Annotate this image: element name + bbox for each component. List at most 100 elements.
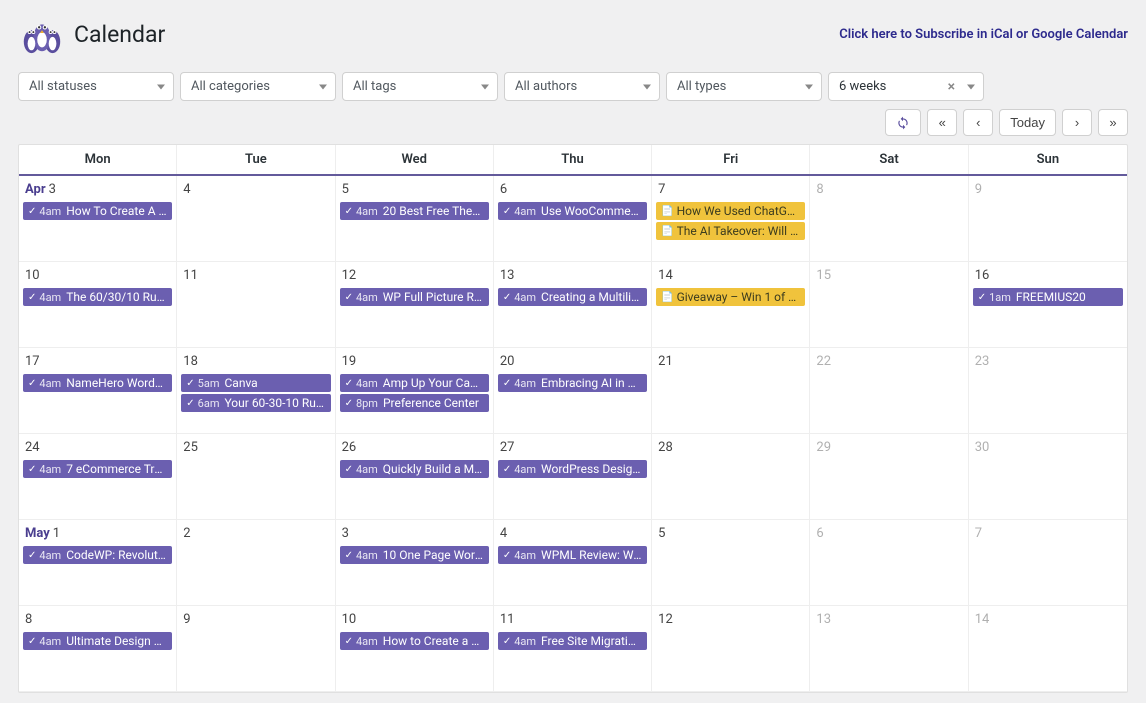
day-number: 14 <box>654 266 807 287</box>
calendar-event[interactable]: ✓4amUltimate Design Contr... <box>23 632 172 650</box>
calendar-event[interactable]: ✓4amEmbracing AI in Web ... <box>498 374 647 392</box>
calendar-day-cell[interactable]: 13 <box>810 606 968 691</box>
calendar-day-cell[interactable]: 14📄Giveaway – Win 1 of 10 O... <box>652 262 810 347</box>
calendar-day-cell[interactable]: 5✓4am20 Best Free Themes ... <box>336 176 494 261</box>
nav-today-button[interactable]: Today <box>999 109 1056 136</box>
filter-status[interactable]: All statuses <box>18 72 174 101</box>
calendar-event[interactable]: ✓4amWPML Review: WordP... <box>498 546 647 564</box>
calendar-day-cell[interactable]: 29 <box>810 434 968 519</box>
close-icon[interactable]: × <box>948 79 955 95</box>
calendar-day-cell[interactable]: 15 <box>810 262 968 347</box>
nav-last-button[interactable]: » <box>1098 109 1128 136</box>
day-number: 2 <box>179 524 332 545</box>
calendar-day-cell[interactable]: 6✓4amUse WooCommerce t... <box>494 176 652 261</box>
filter-weeks-label: 6 weeks <box>839 79 886 94</box>
calendar-day-cell[interactable]: 27✓4amWordPress Designer ... <box>494 434 652 519</box>
calendar-day-cell[interactable]: 11✓4amFree Site Migrations t... <box>494 606 652 691</box>
calendar-day-cell[interactable]: 7📄How We Used ChatGPT to...📄The AI Takeo… <box>652 176 810 261</box>
calendar-day-cell[interactable]: 7 <box>969 520 1127 605</box>
calendar-event[interactable]: ✓4amCodeWP: Revolutioniz... <box>23 546 172 564</box>
calendar-event[interactable]: ✓4amUse WooCommerce t... <box>498 202 647 220</box>
calendar-day-cell[interactable]: 24✓4am7 eCommerce Trends ... <box>19 434 177 519</box>
calendar-day-cell[interactable]: 22 <box>810 348 968 433</box>
calendar-event[interactable]: ✓4amWP Full Picture Revie... <box>340 288 489 306</box>
calendar-event[interactable]: ✓4amHow to Create a Multil... <box>340 632 489 650</box>
calendar-day-cell[interactable]: 8✓4amUltimate Design Contr... <box>19 606 177 691</box>
calendar-event[interactable]: 📄The AI Takeover: Will Artif... <box>656 222 805 240</box>
calendar-event[interactable]: ✓4amQuickly Build a Multili... <box>340 460 489 478</box>
calendar-event[interactable]: ✓5amCanva <box>181 374 330 392</box>
event-time: 6am <box>198 397 220 410</box>
calendar-event[interactable]: ✓8pmPreference Center <box>340 394 489 412</box>
calendar-day-cell[interactable]: Apr3✓4amHow To Create A Woo... <box>19 176 177 261</box>
calendar-event[interactable]: ✓4amThe 60/30/10 Rule Ma... <box>23 288 172 306</box>
chevron-down-icon <box>967 84 975 89</box>
calendar-day-cell[interactable]: 17✓4amNameHero WordPress... <box>19 348 177 433</box>
refresh-button[interactable] <box>885 109 921 136</box>
calendar-day-cell[interactable]: 28 <box>652 434 810 519</box>
calendar-event[interactable]: ✓4amCreating a Multilingua... <box>498 288 647 306</box>
calendar-day-cell[interactable]: 30 <box>969 434 1127 519</box>
calendar-day-cell[interactable]: 8 <box>810 176 968 261</box>
calendar-day-cell[interactable]: 23 <box>969 348 1127 433</box>
calendar-event[interactable]: 📄Giveaway – Win 1 of 10 O... <box>656 288 805 306</box>
filter-tag[interactable]: All tags <box>342 72 498 101</box>
calendar-event[interactable]: 📄How We Used ChatGPT to... <box>656 202 805 220</box>
calendar-day-cell[interactable]: 10✓4amThe 60/30/10 Rule Ma... <box>19 262 177 347</box>
calendar-day-cell[interactable]: 19✓4amAmp Up Your Campai... ✓8pmPreferenc… <box>336 348 494 433</box>
calendar-day-cell[interactable]: 25 <box>177 434 335 519</box>
calendar-day-cell[interactable]: 13✓4amCreating a Multilingua... <box>494 262 652 347</box>
calendar-day-cell[interactable]: 2 <box>177 520 335 605</box>
calendar-event[interactable]: ✓4amHow To Create A Woo... <box>23 202 172 220</box>
calendar-week-row: 17✓4amNameHero WordPress...18✓5amCanva✓6… <box>19 348 1127 434</box>
nav-prev-button[interactable]: ‹ <box>963 109 993 136</box>
calendar-header-row: MonTueWedThuFriSatSun <box>19 145 1127 176</box>
calendar-header-cell: Fri <box>652 145 810 174</box>
day-number: 3 <box>338 524 491 545</box>
nav-next-button[interactable]: › <box>1062 109 1092 136</box>
calendar-event[interactable]: ✓4amWordPress Designer ... <box>498 460 647 478</box>
event-time: 4am <box>39 291 61 304</box>
subscribe-link[interactable]: Click here to Subscribe in iCal or Googl… <box>839 27 1128 42</box>
calendar-day-cell[interactable]: 3✓4am10 One Page WordPre... <box>336 520 494 605</box>
calendar-day-cell[interactable]: 12✓4amWP Full Picture Revie... <box>336 262 494 347</box>
nav-first-button[interactable]: « <box>927 109 957 136</box>
calendar-day-cell[interactable]: 6 <box>810 520 968 605</box>
filter-category[interactable]: All categories <box>180 72 336 101</box>
calendar-event[interactable]: ✓4am7 eCommerce Trends ... <box>23 460 172 478</box>
calendar-event[interactable]: ✓4am20 Best Free Themes ... <box>340 202 489 220</box>
calendar-event[interactable]: ✓4amNameHero WordPress... <box>23 374 172 392</box>
calendar-event[interactable]: ✓6amYour 60-30-10 Rule G... <box>181 394 330 412</box>
event-time: 4am <box>514 635 536 648</box>
calendar-day-cell[interactable]: 12 <box>652 606 810 691</box>
filter-weeks[interactable]: 6 weeks × <box>828 72 984 101</box>
calendar-day-cell[interactable]: 9 <box>177 606 335 691</box>
check-icon: ✓ <box>503 292 511 303</box>
calendar-day-cell[interactable]: 16✓1amFREEMIUS20 <box>969 262 1127 347</box>
calendar-day-cell[interactable]: 4✓4amWPML Review: WordP... <box>494 520 652 605</box>
calendar-day-cell[interactable]: 21 <box>652 348 810 433</box>
calendar-event[interactable]: ✓4amFree Site Migrations t... <box>498 632 647 650</box>
filter-tag-label: All tags <box>353 79 396 94</box>
calendar-day-cell[interactable]: 11 <box>177 262 335 347</box>
calendar-day-cell[interactable]: 20✓4amEmbracing AI in Web ... <box>494 348 652 433</box>
day-number: 9 <box>971 180 1125 201</box>
calendar-event[interactable]: ✓4am10 One Page WordPre... <box>340 546 489 564</box>
calendar-day-cell[interactable]: May1✓4amCodeWP: Revolutioniz... <box>19 520 177 605</box>
filter-type[interactable]: All types <box>666 72 822 101</box>
day-number: 19 <box>338 352 491 373</box>
check-icon: ✓ <box>345 550 353 561</box>
calendar-day-cell[interactable]: 10✓4amHow to Create a Multil... <box>336 606 494 691</box>
calendar-event[interactable]: ✓1amFREEMIUS20 <box>973 288 1123 306</box>
calendar-event[interactable]: ✓4amAmp Up Your Campai... <box>340 374 489 392</box>
calendar-day-cell[interactable]: 18✓5amCanva✓6amYour 60-30-10 Rule G... <box>177 348 335 433</box>
filter-author[interactable]: All authors <box>504 72 660 101</box>
chevron-down-icon <box>643 84 651 89</box>
event-time: 4am <box>514 463 536 476</box>
day-number: 4 <box>496 524 649 545</box>
calendar-day-cell[interactable]: 26✓4amQuickly Build a Multili... <box>336 434 494 519</box>
calendar-day-cell[interactable]: 5 <box>652 520 810 605</box>
calendar-day-cell[interactable]: 9 <box>969 176 1127 261</box>
calendar-day-cell[interactable]: 4 <box>177 176 335 261</box>
calendar-day-cell[interactable]: 14 <box>969 606 1127 691</box>
